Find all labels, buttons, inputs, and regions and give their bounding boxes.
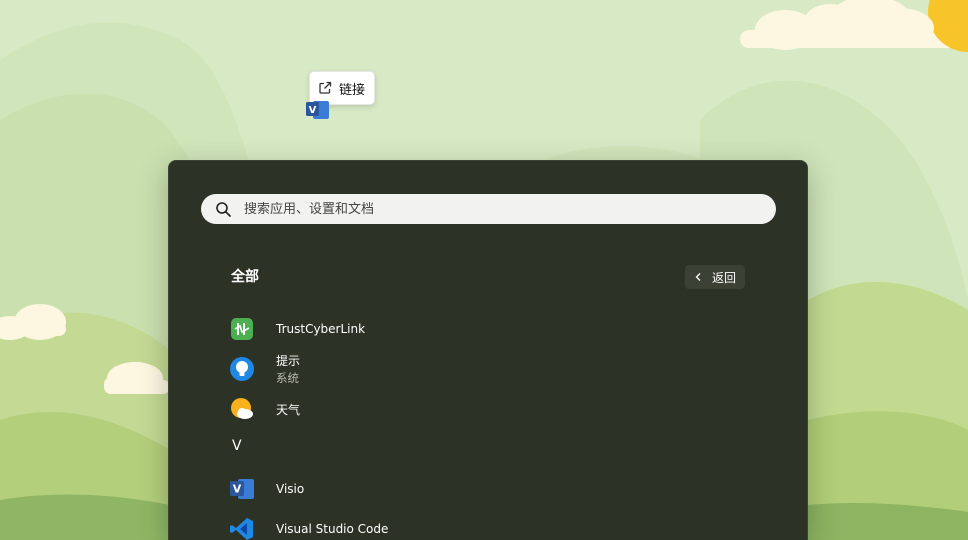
drag-tooltip-label: 链接 xyxy=(339,82,366,98)
app-item-visio[interactable]: V Visio xyxy=(229,469,749,509)
app-item-tips[interactable]: 提示 系统 xyxy=(229,349,749,389)
app-subtitle: 系统 xyxy=(276,371,299,385)
app-item-weather[interactable]: 天气 xyxy=(229,389,749,429)
start-menu-panel: 全部 返回 TrustCyberLink 提 xyxy=(168,160,808,540)
app-name: Visual Studio Code xyxy=(276,522,389,536)
app-list: TrustCyberLink 提示 系统 天气 V V Visio Visual… xyxy=(169,161,807,540)
svg-text:V: V xyxy=(233,483,242,496)
visio-icon: V xyxy=(306,101,329,119)
letter-group-header[interactable]: V xyxy=(232,438,262,462)
external-link-icon xyxy=(319,81,332,94)
app-name: 提示 xyxy=(276,354,301,368)
weather-icon xyxy=(231,398,253,419)
visio-icon: V xyxy=(230,479,254,499)
vscode-icon xyxy=(230,518,253,540)
app-item-trustcyberlink[interactable]: TrustCyberLink xyxy=(229,309,749,349)
app-item-vscode[interactable]: Visual Studio Code xyxy=(229,509,749,540)
app-name: Visio xyxy=(276,482,305,496)
app-name: 天气 xyxy=(276,402,301,417)
tips-lightbulb-icon xyxy=(230,357,254,381)
svg-text:V: V xyxy=(309,105,317,116)
trustcyberlink-icon xyxy=(231,318,253,340)
app-name: TrustCyberLink xyxy=(276,322,366,336)
